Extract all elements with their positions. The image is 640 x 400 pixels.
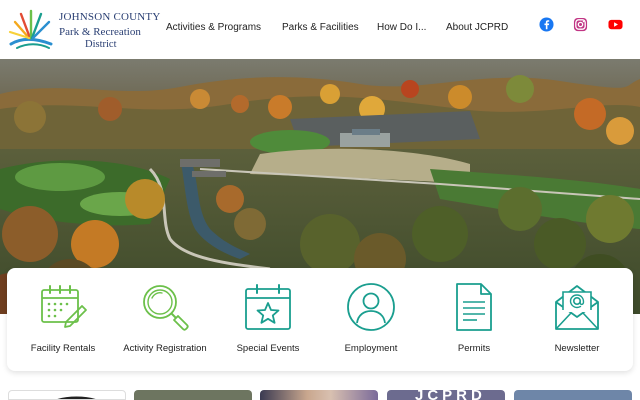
- envelope-at-icon: [555, 285, 599, 330]
- logo-line-park: Park & Recreation: [59, 26, 141, 38]
- document-icon: [456, 283, 492, 331]
- quick-link-facility-rentals[interactable]: Facility Rentals: [11, 268, 115, 371]
- nav-activities-programs[interactable]: Activities & Programs: [166, 22, 261, 33]
- quick-link-label: Newsletter: [554, 343, 600, 354]
- quick-link-label: Facility Rentals: [30, 343, 96, 354]
- nav-about-jcprd[interactable]: About JCPRD: [446, 22, 508, 33]
- youtube-icon[interactable]: [608, 17, 623, 32]
- quick-link-permits[interactable]: Permits: [422, 268, 526, 371]
- site-logo[interactable]: JOHNSON COUNTY Park & Recreation Distric…: [7, 8, 160, 52]
- quick-link-label: Permits: [457, 343, 491, 354]
- facebook-icon[interactable]: [539, 17, 554, 32]
- quick-link-label: Employment: [344, 343, 398, 354]
- quick-links-card: Facility Rentals Activity Registration S…: [7, 268, 633, 371]
- quick-link-special-events[interactable]: Special Events: [216, 268, 320, 371]
- quick-link-label: Activity Registration: [123, 343, 207, 354]
- nav-parks-facilities[interactable]: Parks & Facilities: [282, 22, 359, 33]
- quick-link-activity-registration[interactable]: Activity Registration: [113, 268, 217, 371]
- quick-link-newsletter[interactable]: Newsletter: [525, 268, 629, 371]
- instagram-icon[interactable]: [573, 17, 588, 32]
- logo-line-district: District: [85, 39, 117, 50]
- magnifier-icon: [143, 285, 189, 331]
- feature-card[interactable]: JCPRD: [387, 390, 505, 400]
- logo-line-county: JOHNSON COUNTY: [59, 11, 161, 23]
- calendar-star-icon: [245, 284, 291, 330]
- feature-card-title: JCPRD: [415, 390, 486, 400]
- quick-link-label: Special Events: [236, 343, 300, 354]
- arc-graphic-icon: [58, 396, 95, 399]
- feature-card[interactable]: [134, 390, 252, 400]
- person-icon: [347, 283, 395, 331]
- feature-card[interactable]: [514, 390, 632, 400]
- site-header: JOHNSON COUNTY Park & Recreation Distric…: [0, 0, 640, 59]
- nav-how-do-i[interactable]: How Do I...: [377, 22, 426, 33]
- feature-card[interactable]: [260, 390, 378, 400]
- feature-card[interactable]: [8, 390, 126, 400]
- quick-link-employment[interactable]: Employment: [319, 268, 423, 371]
- logo-mark-icon: [8, 9, 53, 49]
- calendar-pencil-icon: [41, 285, 87, 328]
